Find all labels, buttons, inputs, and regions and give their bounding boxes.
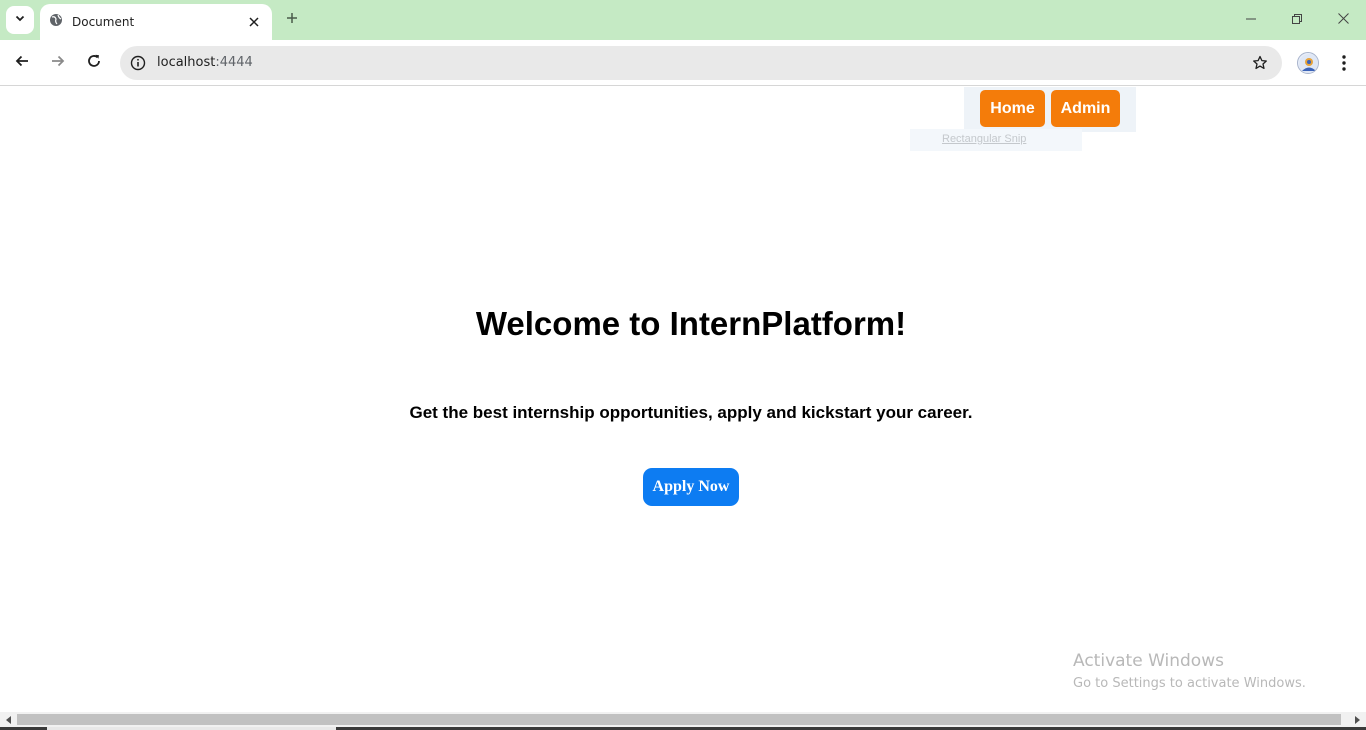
forward-arrow-icon (50, 53, 66, 74)
snip-label: Rectangular Snip (942, 133, 1027, 145)
admin-link[interactable]: Admin (1051, 90, 1120, 127)
back-arrow-icon (14, 53, 30, 74)
tab-search-button[interactable] (6, 6, 34, 34)
top-nav: Home Admin (964, 87, 1136, 132)
close-icon[interactable] (246, 14, 262, 30)
reload-button[interactable] (82, 51, 106, 75)
window-close-button[interactable] (1333, 10, 1353, 30)
new-tab-button[interactable] (282, 10, 302, 30)
address-bar[interactable]: localhost:4444 (120, 46, 1282, 80)
scroll-left-icon[interactable] (3, 714, 15, 725)
tab-title: Document (72, 15, 135, 29)
page-viewport: Home Admin Rectangular Snip Welcome to I… (0, 87, 1366, 712)
star-icon[interactable] (1250, 53, 1270, 73)
restore-icon (1292, 11, 1302, 29)
snip-overlay: Rectangular Snip (910, 129, 1082, 151)
info-icon[interactable] (128, 53, 148, 73)
horizontal-scrollbar[interactable] (0, 712, 1366, 727)
apply-now-button[interactable]: Apply Now (643, 468, 739, 506)
kebab-menu-icon[interactable] (1334, 51, 1354, 75)
home-link[interactable]: Home (980, 90, 1045, 127)
forward-button[interactable] (46, 51, 70, 75)
minimize-button[interactable] (1241, 10, 1261, 30)
scroll-right-icon[interactable] (1351, 714, 1363, 725)
globe-icon (49, 13, 63, 32)
chevron-down-icon (14, 11, 26, 29)
profile-avatar-icon[interactable] (1297, 52, 1319, 74)
restore-button[interactable] (1287, 10, 1307, 30)
plus-icon (286, 11, 298, 29)
watermark-title: Activate Windows (1073, 651, 1224, 671)
scrollbar-thumb[interactable] (17, 714, 1341, 725)
browser-toolbar: localhost:4444 (0, 40, 1366, 86)
minimize-icon (1246, 11, 1256, 29)
windows-activation-watermark: Activate Windows Go to Settings to activ… (1073, 651, 1306, 691)
window-close-icon (1337, 11, 1349, 29)
url-host: localhost (157, 55, 216, 70)
browser-tab-active[interactable]: Document (40, 4, 272, 40)
hero-subtitle: Get the best internship opportunities, a… (409, 403, 973, 422)
back-button[interactable] (10, 51, 34, 75)
watermark-subtitle: Go to Settings to activate Windows. (1073, 676, 1306, 691)
url-text: localhost:4444 (157, 55, 253, 70)
browser-tab-strip: Document (0, 0, 1366, 40)
reload-icon (86, 53, 102, 74)
hero-title: Welcome to InternPlatform! (475, 305, 907, 342)
url-port: :4444 (215, 55, 253, 70)
